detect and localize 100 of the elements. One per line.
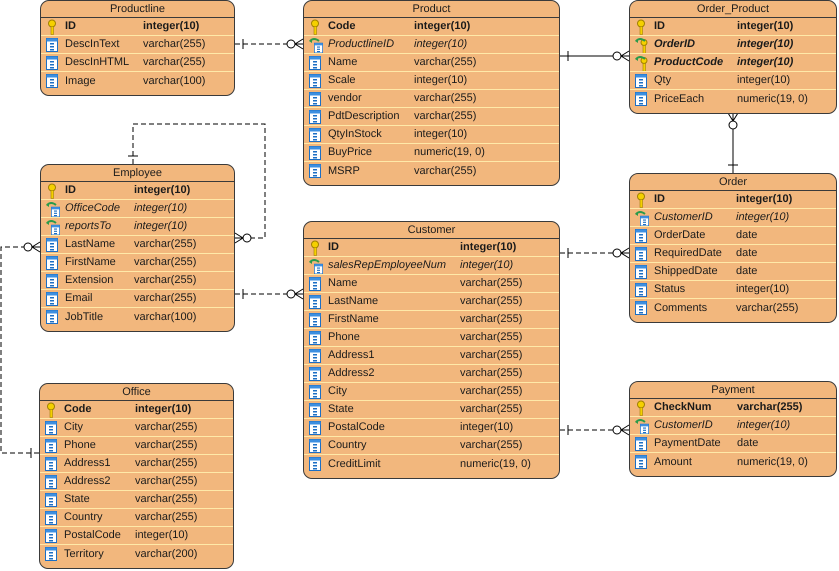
- column-name: vendor: [328, 93, 363, 104]
- column-icon: [46, 272, 60, 288]
- column-type: integer(10): [414, 75, 468, 86]
- column-name: salesRepEmployeeNum: [328, 260, 447, 271]
- column-type: varchar(255): [736, 302, 798, 314]
- column-name: OrderID: [654, 39, 696, 50]
- column-type: integer(10): [135, 404, 192, 415]
- column-name: Country: [328, 440, 368, 451]
- column-type: integer(10): [414, 21, 470, 32]
- entity-title: Employee: [113, 168, 162, 178]
- column-type: integer(10): [737, 21, 794, 32]
- column-icon: [46, 73, 60, 89]
- column-name: Amount: [654, 456, 693, 468]
- column-icon: [309, 72, 323, 88]
- column-name: City: [328, 386, 348, 397]
- column-type: varchar(255): [135, 512, 198, 523]
- column-name: JobTitle: [65, 312, 104, 322]
- column-name: Code: [64, 404, 92, 415]
- column-icon: [45, 420, 59, 436]
- column-type: integer(10): [736, 212, 790, 223]
- column-name: ID: [65, 21, 77, 32]
- column-type: varchar(255): [135, 476, 198, 487]
- column-type: varchar(255): [414, 166, 476, 176]
- column-type: date: [736, 266, 758, 277]
- foreign-key-icon: [635, 36, 649, 52]
- column-icon: [309, 294, 323, 310]
- column-icon: [46, 290, 60, 306]
- column-name: ProductlineID: [328, 39, 396, 50]
- column-type: varchar(255): [134, 293, 196, 304]
- column-name: MSRP: [328, 166, 361, 176]
- column-type: varchar(255): [460, 440, 522, 451]
- column-name: ID: [654, 21, 666, 32]
- column-type: integer(10): [736, 194, 792, 205]
- column-type: varchar(255): [135, 494, 198, 505]
- column-icon: [309, 163, 323, 179]
- column-name: Territory: [64, 548, 105, 560]
- column-name: Code: [328, 21, 356, 32]
- column-type: varchar(255): [414, 93, 476, 104]
- column-name: Image: [65, 76, 97, 86]
- column-name: DescInHTML: [65, 57, 130, 68]
- foreign-key-column-icon: [46, 218, 60, 234]
- column-name: PostalCode: [328, 422, 386, 433]
- foreign-key-column-icon: [46, 200, 60, 216]
- column-name: RequiredDate: [654, 248, 723, 259]
- column-icon: [45, 474, 59, 490]
- column-name: State: [64, 494, 91, 505]
- column-type: integer(10): [414, 39, 468, 50]
- column-name: PaymentDate: [654, 438, 722, 449]
- column-icon: [635, 228, 649, 244]
- column-icon: [46, 36, 60, 52]
- column-type: varchar(255): [460, 296, 522, 307]
- column-icon: [46, 54, 60, 70]
- column-name: Qty: [654, 75, 672, 86]
- column-type: integer(10): [135, 530, 188, 541]
- column-icon: [635, 454, 649, 470]
- column-name: QtyInStock: [328, 129, 383, 140]
- entity-title: Product: [412, 4, 450, 14]
- column-type: integer(10): [460, 242, 516, 253]
- column-icon: [309, 108, 323, 124]
- column-icon: [45, 492, 59, 508]
- column-type: varchar(255): [460, 332, 522, 343]
- column-name: LastName: [65, 239, 116, 250]
- column-icon: [309, 276, 323, 292]
- column-name: ShippedDate: [654, 266, 719, 277]
- column-type: numeric(19, 0): [737, 456, 808, 468]
- column-icon: [635, 246, 649, 262]
- column-type: integer(10): [134, 203, 188, 214]
- column-type: varchar(255): [460, 314, 522, 325]
- column-icon: [309, 438, 323, 454]
- column-type: numeric(19, 0): [460, 458, 531, 470]
- column-name: Address1: [328, 350, 376, 361]
- column-type: varchar(255): [460, 278, 522, 289]
- column-icon: [635, 436, 649, 452]
- column-name: CreditLimit: [328, 458, 382, 470]
- column-name: CustomerID: [654, 420, 714, 431]
- column-name: PriceEach: [654, 94, 706, 104]
- column-type: integer(10): [134, 185, 190, 196]
- column-name: FirstName: [328, 314, 380, 325]
- column-type: integer(10): [460, 422, 514, 433]
- column-type: varchar(255): [460, 350, 522, 361]
- column-name: Scale: [328, 75, 357, 86]
- column-name: OfficeCode: [65, 203, 122, 214]
- column-name: ID: [65, 185, 77, 196]
- column-name: BuyPrice: [328, 147, 374, 158]
- column-icon: [309, 330, 323, 346]
- column-icon: [45, 510, 59, 526]
- column-name: PostalCode: [64, 530, 122, 541]
- column-type: varchar(255): [134, 257, 196, 268]
- column-name: LastName: [328, 296, 380, 307]
- column-icon: [45, 438, 59, 454]
- column-type: integer(10): [460, 260, 514, 271]
- column-icon: [635, 72, 649, 88]
- entity-title: Payment: [711, 384, 755, 396]
- column-icon: [46, 254, 60, 270]
- column-icon: [45, 528, 59, 544]
- column-name: Phone: [328, 332, 361, 343]
- column-icon: [309, 456, 323, 472]
- column-icon: [635, 300, 649, 316]
- column-name: ID: [654, 194, 666, 205]
- column-type: date: [736, 230, 758, 241]
